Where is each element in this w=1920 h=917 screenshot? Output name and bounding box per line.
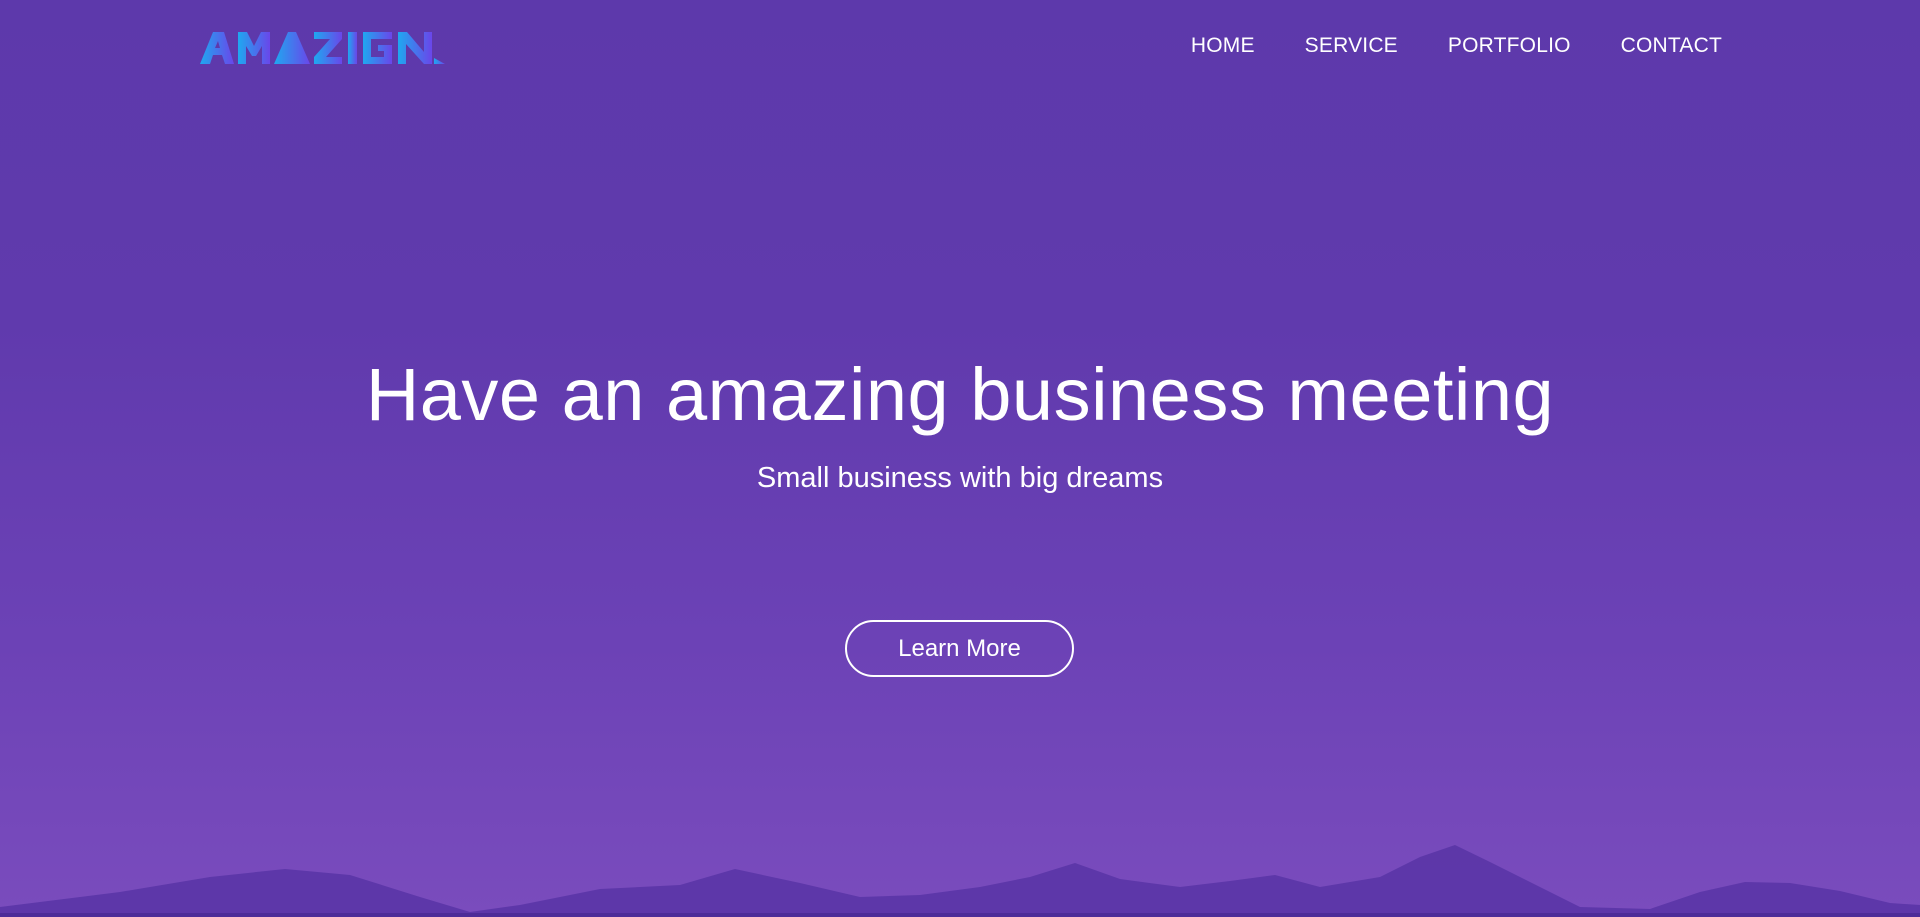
hero-title: Have an amazing business meeting (365, 353, 1555, 436)
hero-section: HOME SERVICE PORTFOLIO CONTACT Have an a… (0, 0, 1920, 917)
navbar: HOME SERVICE PORTFOLIO CONTACT (0, 0, 1920, 96)
brand-logo[interactable] (200, 28, 445, 68)
nav-home-link[interactable]: HOME (1191, 34, 1255, 58)
learn-more-button[interactable]: Learn More (845, 620, 1074, 677)
nav-contact-link[interactable]: CONTACT (1621, 34, 1722, 58)
mountain-silhouette (0, 845, 1920, 917)
main-nav: HOME SERVICE PORTFOLIO CONTACT (1191, 34, 1722, 58)
nav-service-link[interactable]: SERVICE (1305, 34, 1398, 58)
nav-portfolio-link[interactable]: PORTFOLIO (1448, 34, 1571, 58)
hero-subtitle: Small business with big dreams (756, 462, 1164, 494)
